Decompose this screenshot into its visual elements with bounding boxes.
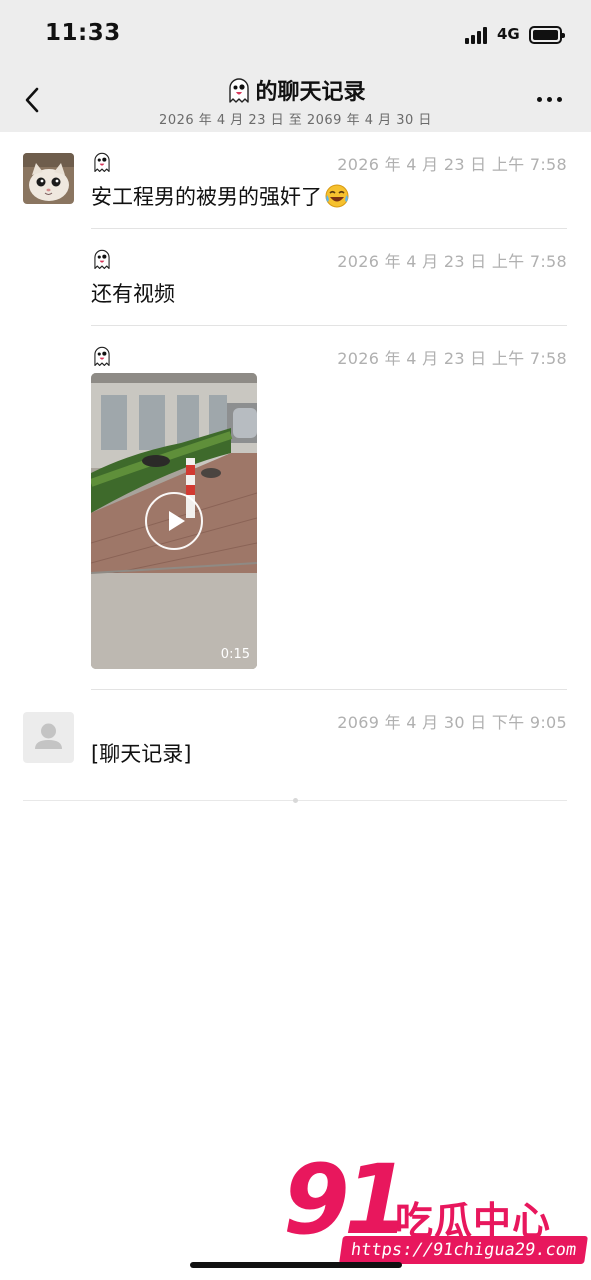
nav-bar: 的聊天记录 2026 年 4 月 23 日 至 2069 年 4 月 30 日 <box>0 66 591 132</box>
laughing-crying-emoji-icon <box>325 184 349 208</box>
message-text[interactable]: 安工程男的被男的强奸了 <box>91 181 322 211</box>
more-icon[interactable] <box>537 97 562 102</box>
message-timestamp: 2026 年 4 月 23 日 上午 7:58 <box>337 155 567 174</box>
end-dot <box>293 798 298 803</box>
default-avatar-icon <box>35 723 62 749</box>
message-text[interactable]: 还有视频 <box>91 278 175 308</box>
battery-icon <box>529 26 565 44</box>
ghost-emoji-icon <box>94 152 110 172</box>
network-type: 4G <box>497 25 520 43</box>
site-watermark: 91 吃瓜中心 https://91chigua29.com <box>283 1144 589 1270</box>
ghost-emoji-icon <box>229 78 250 103</box>
watermark-url: https://91chigua29.com <box>339 1236 589 1264</box>
message-divider <box>91 325 567 326</box>
message-timestamp: 2026 年 4 月 23 日 上午 7:58 <box>337 349 567 368</box>
ghost-emoji-icon <box>94 346 110 366</box>
avatar[interactable] <box>23 153 74 204</box>
chat-message: 2069 年 4 月 30 日 下午 9:05 [聊天记录] <box>91 709 567 768</box>
page-title-text: 的聊天记录 <box>255 80 366 105</box>
watermark-number: 91 <box>283 1144 411 1256</box>
ghost-emoji-icon <box>94 249 110 269</box>
clock: 11:33 <box>45 20 121 46</box>
avatar[interactable] <box>23 712 74 763</box>
message-divider <box>91 228 567 229</box>
video-duration: 0:15 <box>220 647 250 662</box>
play-icon[interactable] <box>145 492 203 550</box>
message-timestamp: 2069 年 4 月 30 日 下午 9:05 <box>337 713 567 732</box>
signal-icon <box>465 27 487 44</box>
status-bar: 11:33 4G <box>0 0 591 66</box>
page-title: 的聊天记录 <box>225 74 366 106</box>
chat-message: 2026 年 4 月 23 日 上午 7:58 <box>91 345 567 369</box>
chat-message: 2026 年 4 月 23 日 上午 7:58 安工程男的被男的强奸了 <box>91 151 567 211</box>
home-indicator[interactable] <box>190 1262 402 1268</box>
video-message[interactable]: 0:15 <box>91 373 257 669</box>
chat-record-link[interactable]: [聊天记录] <box>91 738 191 768</box>
message-divider <box>91 689 567 690</box>
chat-message: 2026 年 4 月 23 日 上午 7:58 还有视频 <box>91 248 567 308</box>
date-range: 2026 年 4 月 23 日 至 2069 年 4 月 30 日 <box>159 113 432 128</box>
message-timestamp: 2026 年 4 月 23 日 上午 7:58 <box>337 252 567 271</box>
